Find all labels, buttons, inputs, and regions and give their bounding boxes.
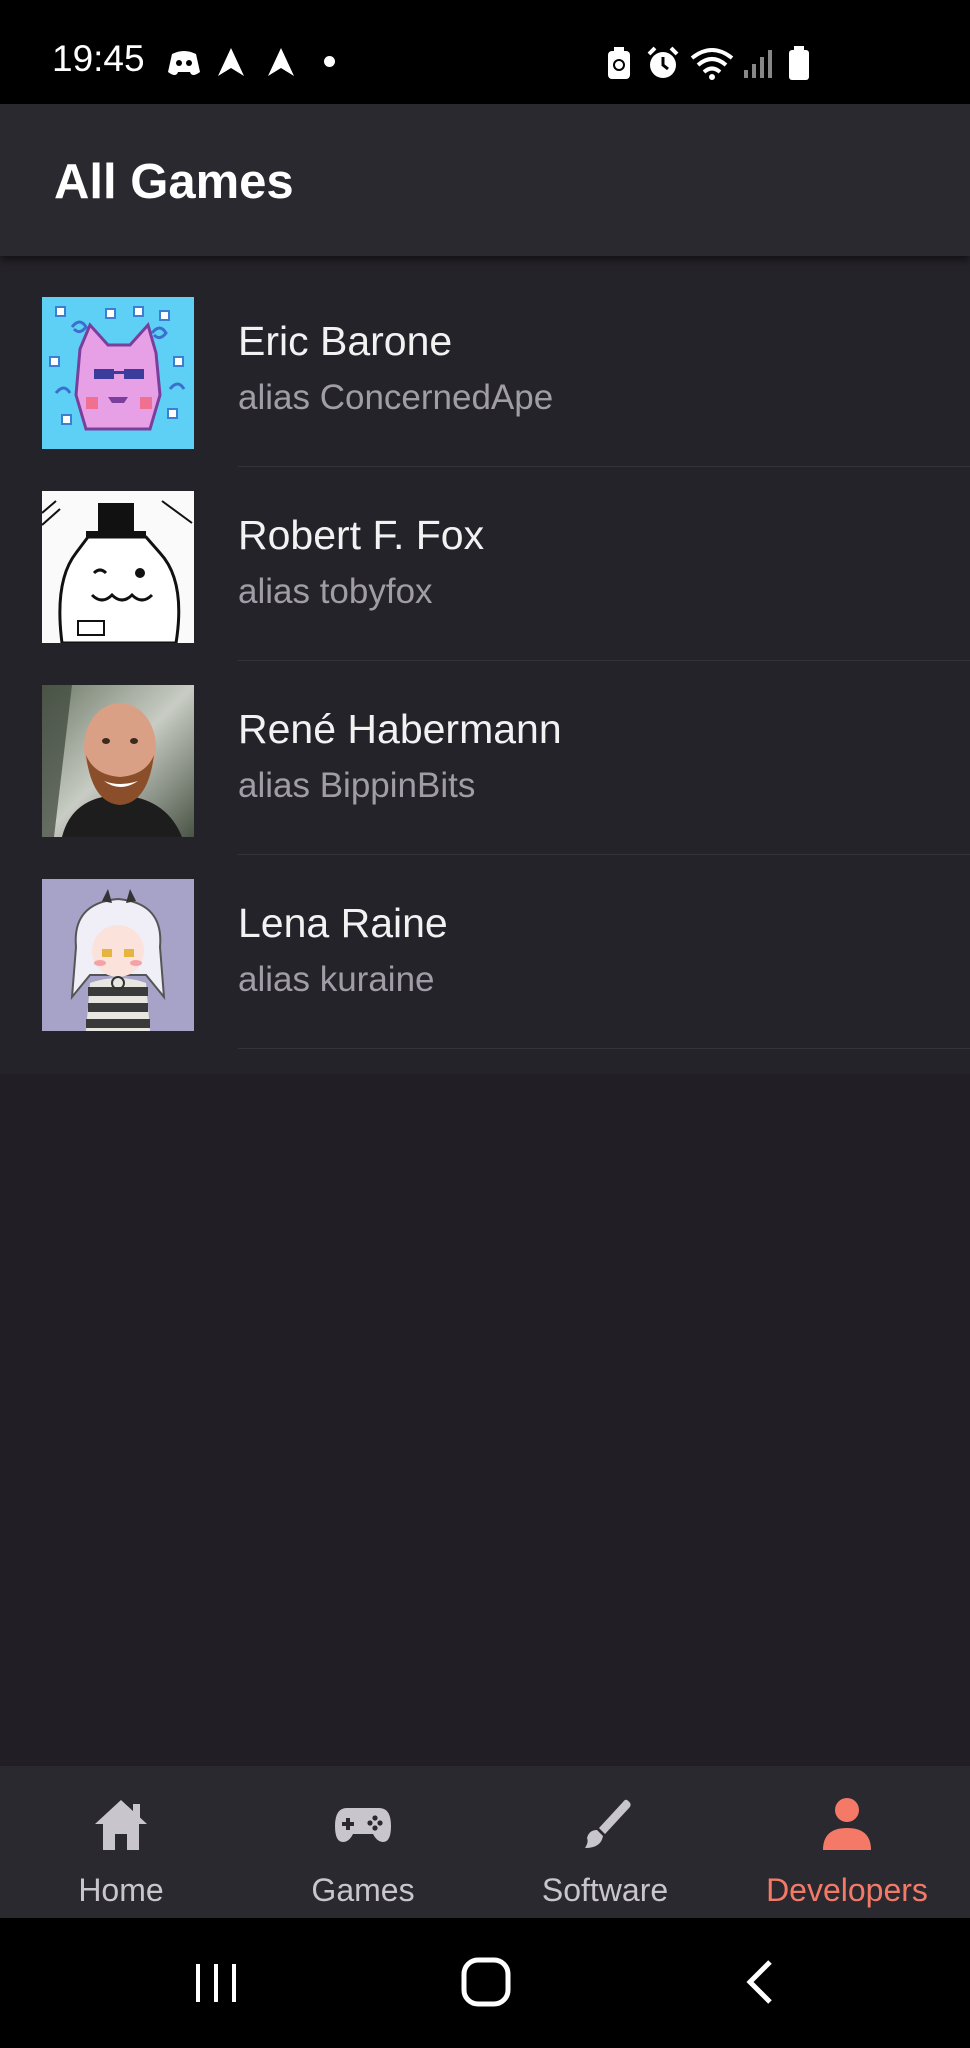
developer-alias: alias ConcernedApe xyxy=(238,378,554,417)
developer-name: René Habermann xyxy=(238,706,562,752)
developer-alias: alias kuraine xyxy=(238,960,435,999)
nav-label: Home xyxy=(78,1872,164,1908)
battery-icon xyxy=(789,46,809,80)
back-button[interactable] xyxy=(740,1958,780,2006)
developer-name: Lena Raine xyxy=(238,900,448,946)
nav-label: Software xyxy=(541,1872,669,1908)
recents-button[interactable] xyxy=(192,1958,240,2006)
developer-name: Eric Barone xyxy=(238,318,453,364)
signal-icon xyxy=(744,50,772,78)
dot-icon xyxy=(324,56,335,67)
status-time: 19:45 xyxy=(52,38,145,79)
wifi-icon xyxy=(690,48,734,80)
pixel-girl-avatar xyxy=(42,879,194,1031)
divider xyxy=(238,1048,970,1049)
person-icon xyxy=(823,1798,871,1850)
nav-label: Games xyxy=(311,1872,415,1908)
dog-sketch-avatar xyxy=(42,491,194,643)
home-icon xyxy=(95,1800,147,1850)
page-title: All Games xyxy=(54,155,294,209)
developer-row[interactable]: Robert F. Fox alias tobyfox xyxy=(0,450,970,661)
developer-name: Robert F. Fox xyxy=(238,512,485,558)
developer-alias: alias tobyfox xyxy=(238,572,433,611)
nav-item-home[interactable]: Home xyxy=(0,1766,242,1918)
send-icon xyxy=(268,48,294,76)
battery-saver-icon xyxy=(608,47,630,79)
nav-label: Developers xyxy=(766,1872,928,1908)
status-bar: 19:45 xyxy=(0,0,970,104)
developer-alias: alias BippinBits xyxy=(238,766,476,805)
nav-item-games[interactable]: Games xyxy=(242,1766,484,1918)
discord-icon xyxy=(168,51,200,75)
brush-icon xyxy=(585,1799,631,1848)
developer-list: Eric Barone alias ConcernedApe Robert F.… xyxy=(0,256,970,1074)
send-icon xyxy=(218,48,244,76)
pixel-cat-avatar xyxy=(42,297,194,449)
developer-row[interactable]: Eric Barone alias ConcernedApe xyxy=(0,256,970,467)
content-area: Eric Barone alias ConcernedApe Robert F.… xyxy=(0,256,970,1766)
developer-row[interactable]: René Habermann alias BippinBits xyxy=(0,644,970,855)
gamepad-icon xyxy=(335,1808,391,1842)
developer-row[interactable]: Lena Raine alias kuraine xyxy=(0,838,970,1049)
nav-item-developers[interactable]: Developers xyxy=(726,1766,968,1918)
photo-avatar xyxy=(42,685,194,837)
home-button[interactable] xyxy=(460,1956,512,2008)
app-bar: All Games xyxy=(0,104,970,256)
system-navigation-bar xyxy=(0,1918,970,2048)
bottom-navigation: Home Games Software Developers xyxy=(0,1766,970,1918)
nav-item-software[interactable]: Software xyxy=(484,1766,726,1918)
alarm-icon xyxy=(647,46,679,78)
